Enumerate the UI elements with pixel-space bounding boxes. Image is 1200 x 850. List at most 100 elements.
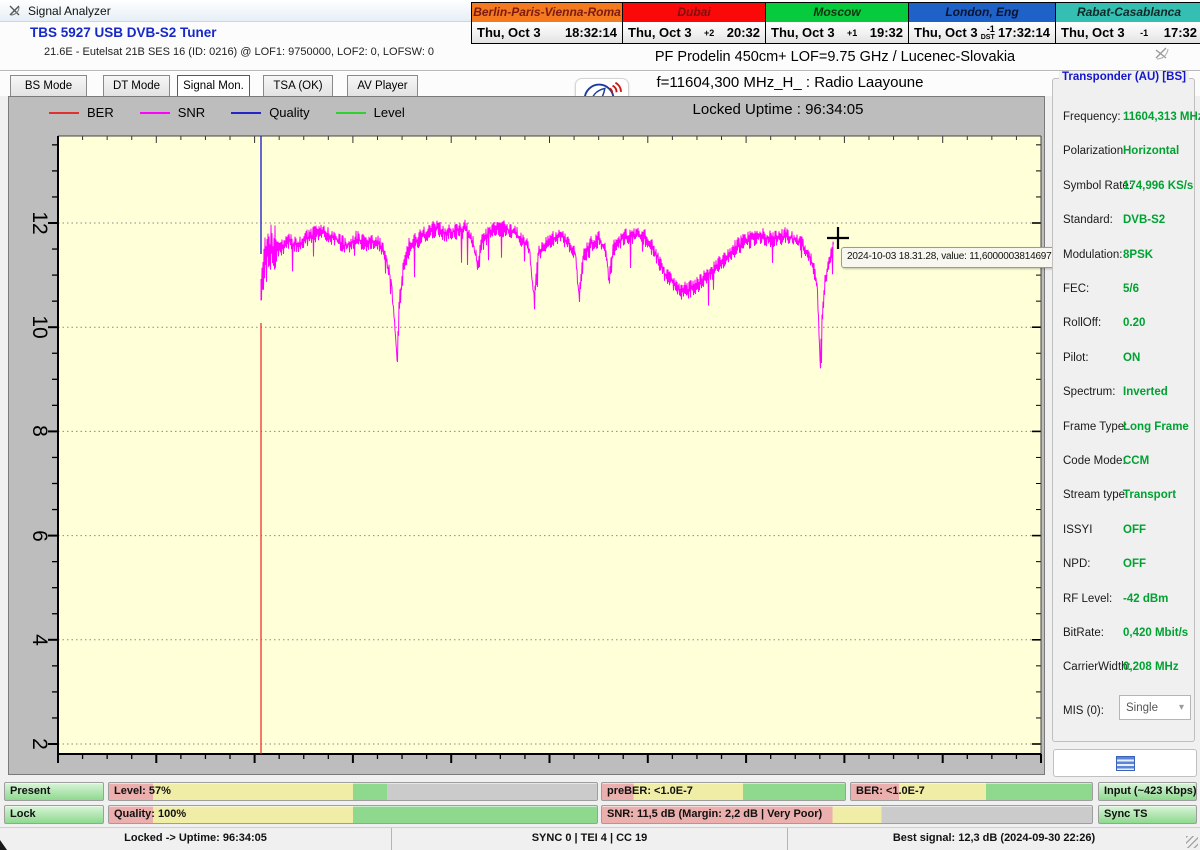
field-value-standard: DVB-S2	[1123, 214, 1165, 226]
y-axis-label-6: 6	[27, 519, 51, 553]
legend-line-swatch	[231, 112, 261, 114]
field-value-spectrum: Inverted	[1123, 386, 1168, 398]
clock-city-label: Dubai	[623, 3, 765, 22]
clock-offset: +2	[704, 28, 714, 38]
field-label-rolloff: RollOff:	[1063, 317, 1101, 329]
clock-rabat-casablanca: Rabat-Casablanca Thu, Oct 3-1 17:32	[1056, 3, 1200, 43]
field-value-frame-type: Long Frame	[1123, 421, 1189, 433]
field-value-npd: OFF	[1123, 558, 1146, 570]
clock-time: 17:32	[1164, 25, 1197, 40]
clock-time: 18:32:14	[565, 25, 617, 40]
chevron-down-icon: ▾	[1179, 702, 1184, 713]
tab-dt-mode[interactable]: DT Mode	[103, 75, 170, 97]
locked-uptime: Locked Uptime : 96:34:05	[578, 101, 978, 118]
field-value-modulation: 8PSK	[1123, 249, 1153, 261]
clock-time: 17:32:14	[998, 25, 1050, 40]
transponder-panel-title: Transponder (AU) [BS]	[1059, 71, 1189, 83]
clock-offset: +1	[847, 28, 857, 38]
clock-date: Thu, Oct 3	[771, 25, 835, 40]
gauge-snr: SNR: 11,5 dB (Margin: 2,2 dB | Very Poor…	[601, 805, 1093, 824]
tab-bs-mode[interactable]: BS Mode	[10, 75, 87, 97]
legend-label: Quality	[269, 105, 309, 120]
clock-time-row: Thu, Oct 3 +1 19:32	[766, 22, 908, 43]
clock-city-label: Moscow	[766, 3, 908, 22]
mis-label: MIS (0):	[1063, 705, 1104, 717]
status-lock-uptime: Locked -> Uptime: 96:34:05	[0, 828, 392, 850]
transponder-list-button[interactable]	[1053, 749, 1197, 777]
legend-snr: SNR	[140, 105, 205, 120]
antenna-info: PF Prodelin 450cm+ LOF=9.75 GHz / Lucene…	[472, 49, 1198, 65]
window-edge	[0, 840, 7, 850]
legend-level: Level	[336, 105, 405, 120]
legend-ber: BER	[49, 105, 114, 120]
field-label-carrierwidth: CarrierWidth:	[1063, 661, 1131, 673]
legend-label: SNR	[178, 105, 205, 120]
clock-city-label: London, Eng	[909, 3, 1055, 22]
y-axis-label-12: 12	[27, 206, 51, 240]
satellite-icon	[1152, 44, 1174, 62]
clock-time: 20:32	[727, 25, 760, 40]
tuner-name: TBS 5927 USB DVB-S2 Tuner	[30, 25, 217, 40]
field-label-bitrate: BitRate:	[1063, 627, 1104, 639]
plot-background	[58, 136, 1041, 754]
clock-date: Thu, Oct 3	[477, 25, 541, 40]
field-label-spectrum: Spectrum:	[1063, 386, 1115, 398]
indicator-sync-ts: Sync TS	[1098, 805, 1197, 824]
legend-quality: Quality	[231, 105, 309, 120]
y-axis-label-4: 4	[27, 623, 51, 657]
status-sync-counters: SYNC 0 | TEI 4 | CC 19	[392, 828, 788, 850]
legend-line-swatch	[336, 112, 366, 114]
field-label-polarization: Polarization:	[1063, 145, 1126, 157]
signal-chart-panel: BER SNR Quality Level Locked Uptime : 96:34…	[8, 96, 1045, 775]
clock-time: 19:32	[870, 25, 903, 40]
y-axis-label-2: 2	[27, 727, 51, 761]
chart-legend: BER SNR Quality Level	[49, 105, 405, 120]
field-value-stream-type: Transport	[1123, 489, 1176, 501]
field-value-issyi: OFF	[1123, 524, 1146, 536]
clock-dubai: Dubai Thu, Oct 3 +2 20:32	[623, 3, 765, 43]
clock-offset: -1	[1140, 28, 1148, 38]
legend-line-swatch	[49, 112, 79, 114]
world-clock-table: Berlin-Paris-Vienna-Roma Thu, Oct 3 18:3…	[471, 2, 1200, 44]
field-label-pilot: Pilot:	[1063, 352, 1089, 364]
legend-line-swatch	[140, 112, 170, 114]
status-bar: Locked -> Uptime: 96:34:05 SYNC 0 | TEI …	[0, 827, 1200, 850]
gauge-ber: BER: <1.0E-7	[850, 782, 1093, 801]
tab-tsa-ok[interactable]: TSA (OK)	[263, 75, 333, 97]
gauge-preber: preBER: <1.0E-7	[601, 782, 846, 801]
mis-dropdown[interactable]: Single ▾	[1119, 695, 1191, 720]
snr-plot[interactable]	[9, 97, 1044, 774]
field-label-symbol-rate: Symbol Rate:	[1063, 180, 1132, 192]
clock-date: Thu, Oct 3	[914, 25, 978, 40]
indicator-present: Present	[4, 782, 104, 801]
resize-grip[interactable]	[1186, 836, 1198, 848]
clock-city-label: Rabat-Casablanca	[1056, 3, 1200, 22]
field-label-frame-type: Frame Type:	[1063, 421, 1127, 433]
transponder-panel: Transponder (AU) [BS] Frequency:11604,31…	[1052, 78, 1195, 742]
tab-signal-mon[interactable]: Signal Mon.	[177, 75, 250, 97]
field-value-fec: 5/6	[1123, 283, 1139, 295]
frequency-service-line: f=11604,300 MHz_H_ : Radio Laayoune	[430, 74, 1150, 91]
app-dish-icon	[8, 4, 22, 18]
gauge-level: Level: 57%	[108, 782, 598, 801]
indicator-lock: Lock	[4, 805, 104, 824]
divider	[0, 70, 1200, 72]
clock-offset: -1DST	[981, 24, 995, 41]
status-best-signal: Best signal: 12,3 dB (2024-09-30 22:26)	[788, 828, 1200, 850]
signal-analyzer-window: Signal Analyzer TBS 5927 USB DVB-S2 Tune…	[0, 0, 1200, 850]
clock-date: Thu, Oct 3	[628, 25, 692, 40]
y-axis-label-10: 10	[27, 310, 51, 344]
clock-berlin-paris-vienna-roma: Berlin-Paris-Vienna-Roma Thu, Oct 3 18:3…	[472, 3, 622, 43]
indicator-input-423-kbps: Input (~423 Kbps)	[1098, 782, 1197, 801]
field-label-stream-type: Stream type:	[1063, 489, 1128, 501]
field-label-issyi: ISSYI	[1063, 524, 1092, 536]
field-label-frequency: Frequency:	[1063, 111, 1121, 123]
field-value-symbol-rate: 174,996 KS/s	[1123, 180, 1193, 192]
clock-city-label: Berlin-Paris-Vienna-Roma	[472, 3, 622, 22]
y-axis-label-8: 8	[27, 414, 51, 448]
field-label-npd: NPD:	[1063, 558, 1090, 570]
tab-av-player[interactable]: AV Player	[347, 75, 418, 97]
field-value-carrierwidth: 0,208 MHz	[1123, 661, 1179, 673]
legend-label: BER	[87, 105, 114, 120]
field-label-code-mode: Code Mode:	[1063, 455, 1126, 467]
